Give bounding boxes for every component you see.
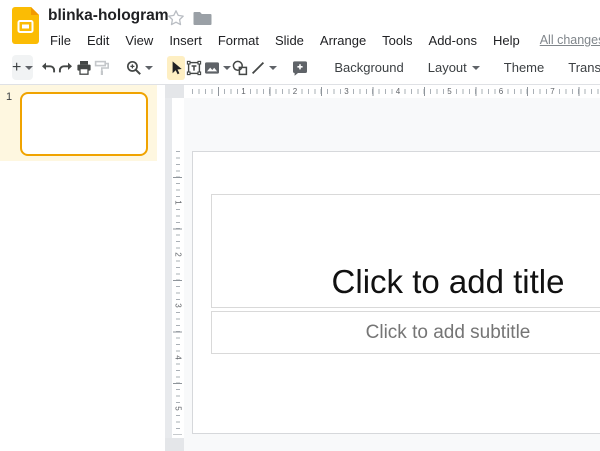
vruler-label: 3 (174, 301, 183, 311)
menu-view[interactable]: View (117, 33, 161, 48)
vertical-ruler: 1 2 3 4 5 (172, 85, 184, 451)
undo-button[interactable] (39, 56, 57, 80)
menu-edit[interactable]: Edit (79, 33, 117, 48)
menu-format[interactable]: Format (210, 33, 267, 48)
shape-button[interactable] (231, 56, 249, 80)
transition-button[interactable]: Transition (557, 56, 600, 80)
hruler-label: 5 (445, 86, 455, 97)
vruler-label: 2 (174, 249, 183, 259)
hruler-label: 4 (393, 86, 403, 97)
title-placeholder[interactable]: Click to add title (211, 194, 600, 308)
toolbar: + (0, 51, 600, 85)
text-box-button[interactable] (185, 56, 203, 80)
menu-tools[interactable]: Tools (374, 33, 420, 48)
panel-divider (165, 85, 172, 451)
subtitle-placeholder-text: Click to add subtitle (366, 322, 531, 344)
folder-icon[interactable] (193, 10, 212, 26)
chevron-down-icon (269, 66, 277, 70)
hruler-label: 1 (239, 86, 249, 97)
select-tool-button[interactable] (167, 56, 185, 80)
titlebar: blinka-hologram File Edit View Insert Fo… (0, 0, 600, 51)
google-slides-app: blinka-hologram File Edit View Insert Fo… (0, 0, 600, 451)
menu-insert[interactable]: Insert (161, 33, 210, 48)
chevron-down-icon (145, 66, 153, 70)
title-placeholder-text: Click to add title (332, 263, 565, 301)
zoom-button[interactable] (125, 56, 153, 80)
plus-icon: + (12, 60, 21, 76)
ruler-corner (165, 438, 184, 451)
slide-thumbnail[interactable] (20, 92, 148, 156)
hruler-label: 6 (496, 86, 506, 97)
slide-filmstrip: 1 (0, 85, 165, 451)
print-button[interactable] (75, 56, 93, 80)
comment-button[interactable] (291, 56, 309, 80)
chevron-down-icon (25, 66, 33, 70)
ruler-corner (165, 85, 184, 98)
slides-logo-icon[interactable] (12, 7, 39, 44)
background-button[interactable]: Background (323, 56, 414, 80)
print-icon (75, 59, 93, 77)
chevron-down-icon (472, 66, 480, 70)
redo-icon (57, 59, 75, 77)
vruler-label: 5 (174, 404, 183, 414)
menu-arrange[interactable]: Arrange (312, 33, 374, 48)
zoom-icon (125, 59, 143, 77)
slide-page[interactable]: Click to add title Click to add subtitle (192, 151, 600, 434)
save-status-link[interactable]: All changes saved in Drive (540, 33, 600, 47)
line-icon (249, 59, 267, 77)
paint-format-icon (93, 59, 111, 77)
menu-help[interactable]: Help (485, 33, 528, 48)
menubar: File Edit View Insert Format Slide Arran… (42, 30, 600, 50)
chevron-down-icon (223, 66, 231, 70)
vruler-label: 1 (174, 198, 183, 208)
image-button[interactable] (203, 56, 231, 80)
hruler-label: 2 (290, 86, 300, 97)
theme-button[interactable]: Theme (493, 56, 555, 80)
document-title[interactable]: blinka-hologram (48, 7, 169, 25)
menu-addons[interactable]: Add-ons (421, 33, 485, 48)
redo-button[interactable] (57, 56, 75, 80)
paint-format-button[interactable] (93, 56, 111, 80)
line-button[interactable] (249, 56, 277, 80)
hruler-label: 3 (342, 86, 352, 97)
vruler-label: 4 (174, 352, 183, 362)
undo-icon (39, 59, 57, 77)
content-area: 1 1 2 3 4 5 1 2 3 4 5 6 7 (0, 85, 600, 451)
hruler-label: 7 (548, 86, 558, 97)
cursor-icon (167, 59, 185, 77)
comment-icon (291, 59, 309, 77)
horizontal-ruler: 1 2 3 4 5 6 7 (184, 85, 600, 98)
star-icon[interactable] (167, 9, 185, 27)
slide-number: 1 (6, 91, 12, 103)
menu-file[interactable]: File (42, 33, 79, 48)
image-icon (203, 59, 221, 77)
menu-slide[interactable]: Slide (267, 33, 312, 48)
shape-icon (231, 59, 249, 77)
text-box-icon (185, 59, 203, 77)
layout-button[interactable]: Layout (417, 56, 491, 80)
slide-canvas: 1 2 3 4 5 6 7 Click to add title Click t… (184, 85, 600, 451)
subtitle-placeholder[interactable]: Click to add subtitle (211, 311, 600, 354)
new-slide-button[interactable]: + (12, 55, 33, 80)
